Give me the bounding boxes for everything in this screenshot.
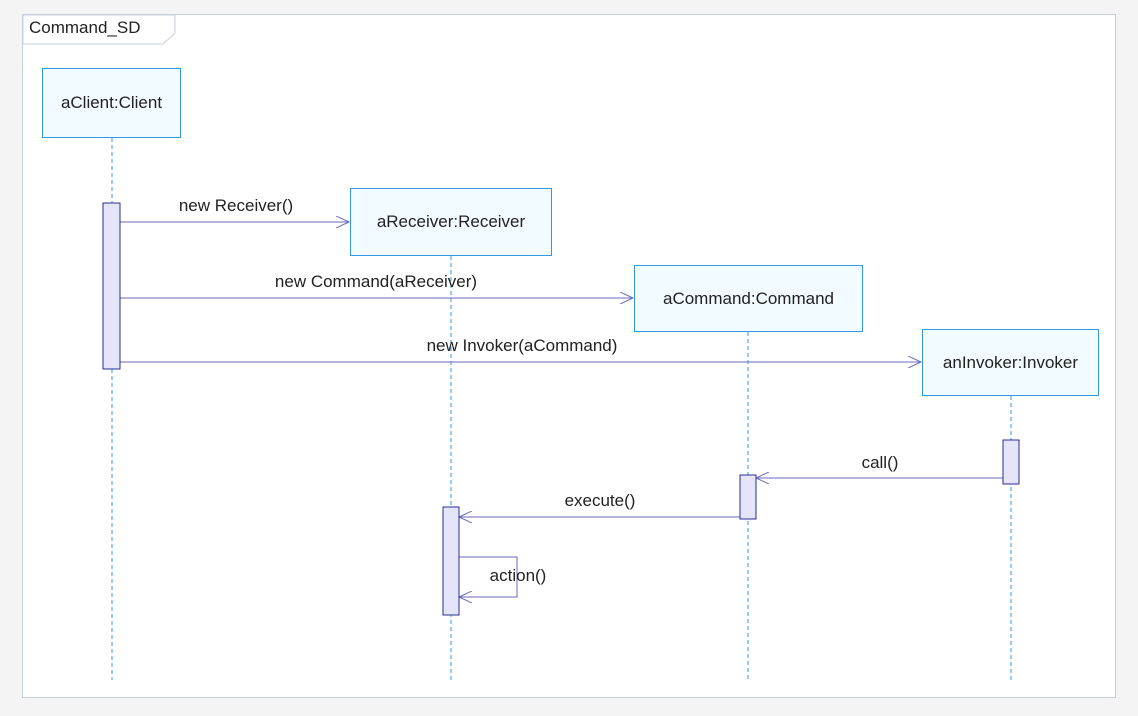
message-new-command-label: new Command(aReceiver)	[274, 272, 478, 291]
lifeline-invoker-label: anInvoker:Invoker	[942, 352, 1079, 372]
lifeline-receiver-label: aReceiver:Receiver	[376, 212, 526, 231]
lifeline-receiver-head[interactable]: aReceiver:Receiver	[350, 188, 552, 256]
activation-client	[102, 202, 121, 370]
lifeline-command-head[interactable]: aCommand:Command	[634, 265, 863, 332]
message-call-label: call()	[861, 453, 899, 472]
lifeline-client-head[interactable]: aClient:Client	[42, 68, 181, 138]
message-new-invoker-label: new Invoker(aCommand)	[426, 336, 618, 355]
message-action-label: action()	[489, 566, 547, 585]
lifeline-command-label: aCommand:Command	[662, 288, 834, 308]
message-execute-label: execute()	[564, 491, 636, 510]
lifeline-client-label: aClient:Client	[60, 93, 163, 112]
activation-command	[739, 474, 757, 520]
activation-receiver	[442, 506, 460, 616]
activation-invoker	[1002, 439, 1020, 485]
message-new-receiver-label: new Receiver()	[178, 196, 294, 215]
lifeline-invoker-head[interactable]: anInvoker:Invoker	[922, 329, 1099, 396]
